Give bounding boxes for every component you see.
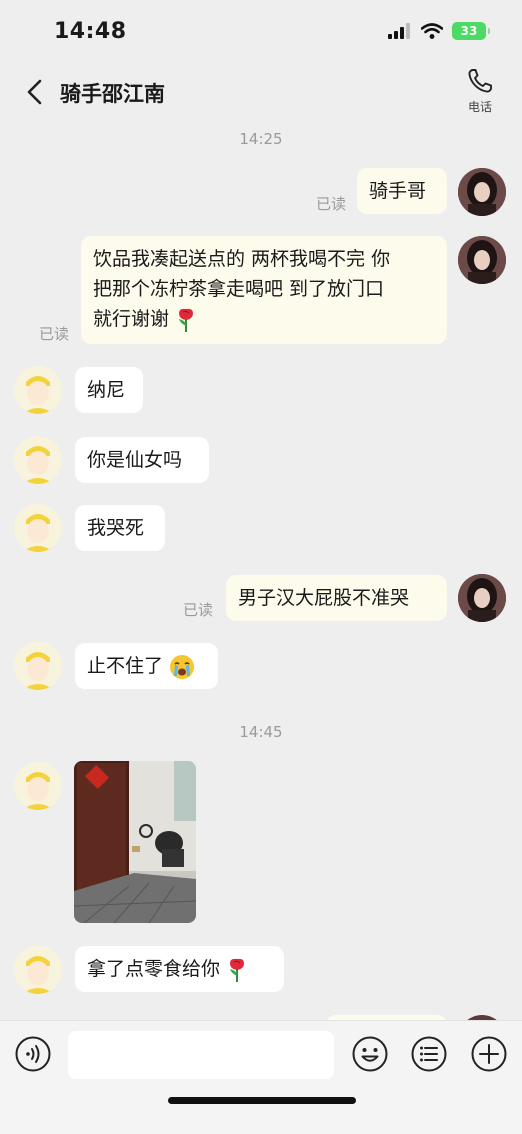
chat-area[interactable]: 14:25 已读 骑手哥 已读 饮品我凑起送点的 两杯我喝不完 你 把那个冻柠茶… bbox=[0, 122, 522, 1020]
home-indicator bbox=[168, 1097, 356, 1104]
emoji-button[interactable] bbox=[351, 1035, 389, 1073]
doorway-photo-icon bbox=[74, 761, 196, 923]
rider-photo-icon bbox=[14, 504, 62, 552]
battery-icon: 33 bbox=[452, 22, 490, 40]
battery-level: 33 bbox=[460, 24, 478, 38]
back-button[interactable] bbox=[22, 76, 50, 108]
rider-avatar[interactable] bbox=[14, 504, 62, 552]
rider-photo-icon bbox=[14, 436, 62, 484]
rider-avatar[interactable] bbox=[14, 436, 62, 484]
phone-icon bbox=[468, 69, 492, 93]
read-status: 已读 bbox=[183, 601, 214, 619]
rider-photo-icon bbox=[14, 946, 62, 994]
my-avatar[interactable] bbox=[458, 236, 506, 284]
status-bar: 14:48 33 bbox=[0, 0, 522, 62]
status-time: 14:48 bbox=[54, 18, 127, 44]
chat-header: 骑手邵江南 电话 bbox=[0, 62, 522, 122]
message-bubble-incoming[interactable]: 你是仙女吗 bbox=[75, 437, 209, 483]
voice-icon bbox=[15, 1036, 51, 1072]
message-bubble-incoming[interactable]: 纳尼 bbox=[75, 367, 143, 413]
loudly-crying-face-icon bbox=[170, 654, 195, 679]
user-photo-icon bbox=[458, 168, 506, 216]
rider-photo-icon bbox=[14, 642, 62, 690]
rose-emoji-icon bbox=[179, 308, 194, 332]
message-text: 拿了点零食给你 bbox=[87, 958, 221, 980]
message-line: 就行谢谢 bbox=[93, 308, 170, 330]
message-line: 把那个冻柠茶拿走喝吧 到了放门口 bbox=[93, 278, 385, 300]
message-bubble-outgoing[interactable]: 男子汉大屁股不准哭 bbox=[226, 575, 447, 621]
user-photo-icon bbox=[458, 574, 506, 622]
message-text: 骑手哥 bbox=[369, 180, 427, 202]
call-button[interactable]: 电话 bbox=[458, 66, 502, 118]
message-text: 我哭死 bbox=[87, 517, 145, 539]
message-bubble-outgoing[interactable]: 饮品我凑起送点的 两杯我喝不完 你 把那个冻柠茶拿走喝吧 到了放门口 就行谢谢 bbox=[81, 236, 447, 344]
message-line: 饮品我凑起送点的 两杯我喝不完 你 bbox=[93, 248, 391, 270]
more-icon bbox=[411, 1036, 447, 1072]
message-input[interactable] bbox=[68, 1031, 334, 1079]
input-bar bbox=[0, 1020, 522, 1134]
message-bubble-incoming[interactable]: 我哭死 bbox=[75, 505, 165, 551]
status-icons: 33 bbox=[388, 22, 490, 40]
rider-avatar[interactable] bbox=[14, 366, 62, 414]
read-status: 已读 bbox=[316, 195, 347, 213]
emoji-icon bbox=[352, 1036, 388, 1072]
rider-avatar[interactable] bbox=[14, 762, 62, 810]
time-separator: 14:45 bbox=[239, 723, 283, 741]
plus-button[interactable] bbox=[470, 1035, 508, 1073]
message-text: 纳尼 bbox=[87, 379, 126, 401]
message-bubble-incoming[interactable]: 止不住了 bbox=[75, 643, 218, 689]
page-title: 骑手邵江南 bbox=[60, 82, 165, 106]
my-avatar[interactable] bbox=[458, 574, 506, 622]
message-text: 男子汉大屁股不准哭 bbox=[238, 587, 410, 609]
read-status: 已读 bbox=[39, 325, 70, 343]
message-text: 你是仙女吗 bbox=[87, 449, 183, 471]
plus-icon bbox=[471, 1036, 507, 1072]
rider-avatar[interactable] bbox=[14, 946, 62, 994]
rose-emoji-icon bbox=[230, 958, 245, 982]
user-photo-icon bbox=[458, 236, 506, 284]
call-label: 电话 bbox=[467, 100, 492, 114]
my-avatar[interactable] bbox=[458, 168, 506, 216]
signal-icon bbox=[388, 23, 410, 39]
photo-message[interactable] bbox=[74, 761, 196, 923]
rider-photo-icon bbox=[14, 762, 62, 810]
quick-reply-button[interactable] bbox=[410, 1035, 448, 1073]
message-text: 止不住了 bbox=[87, 655, 164, 677]
chevron-left-icon bbox=[27, 79, 42, 105]
voice-button[interactable] bbox=[14, 1035, 52, 1073]
message-bubble-incoming[interactable]: 拿了点零食给你 bbox=[75, 946, 284, 992]
rider-avatar[interactable] bbox=[14, 642, 62, 690]
message-bubble-outgoing[interactable]: 骑手哥 bbox=[357, 168, 447, 214]
rider-photo-icon bbox=[14, 366, 62, 414]
wifi-icon bbox=[421, 23, 443, 39]
time-separator: 14:25 bbox=[239, 130, 283, 148]
